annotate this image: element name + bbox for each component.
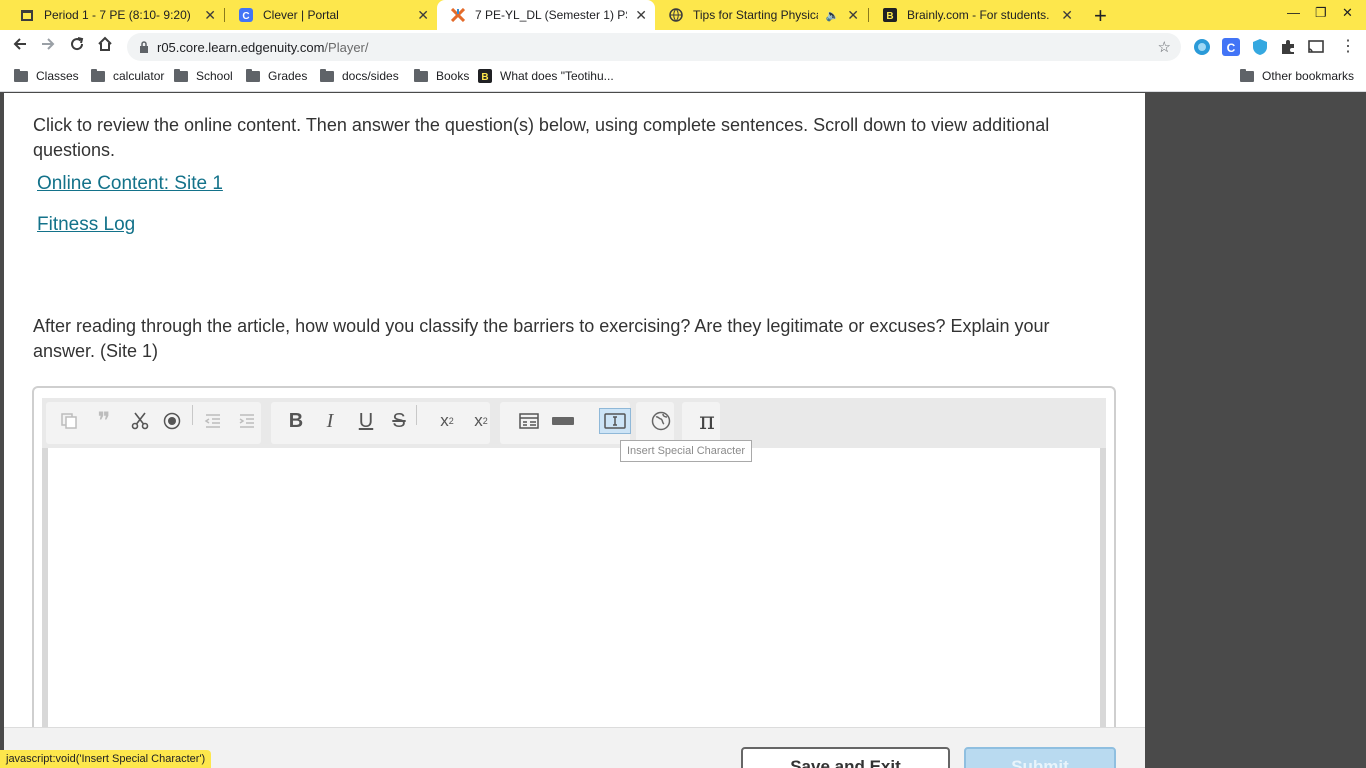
url-path: /Player/	[324, 39, 369, 55]
link-status-bar: javascript:void('Insert Special Characte…	[0, 750, 212, 768]
close-tab-icon[interactable]: ✕	[1061, 7, 1073, 24]
folder-icon	[174, 68, 188, 82]
close-tab-icon[interactable]: ✕	[635, 7, 647, 24]
close-tab-icon[interactable]: ✕	[204, 7, 216, 24]
speaker-icon[interactable]: 🔈	[826, 9, 840, 22]
toolbar-divider	[416, 405, 417, 425]
question-text: After reading through the article, how w…	[33, 316, 1050, 361]
close-window-icon[interactable]: ✕	[1342, 5, 1353, 21]
lock-icon	[140, 41, 148, 53]
tab-clever[interactable]: C Clever | Portal ✕	[225, 0, 437, 30]
folder-icon	[320, 68, 334, 82]
new-tab-button[interactable]: +	[1094, 3, 1107, 29]
italic-icon[interactable]: I	[317, 408, 343, 434]
bookmark-brainly-question[interactable]: B What does "Teotihu...	[478, 69, 614, 83]
globe-icon	[669, 8, 683, 22]
insert-special-character-tooltip: Insert Special Character	[620, 440, 752, 462]
indent-icon[interactable]	[234, 408, 260, 434]
instructions-text: Click to review the online content. Then…	[33, 115, 1050, 160]
record-icon[interactable]	[159, 408, 185, 434]
close-tab-icon[interactable]: ✕	[847, 7, 859, 24]
underline-icon[interactable]: U	[353, 408, 379, 434]
outdent-icon[interactable]	[200, 408, 226, 434]
reload-icon[interactable]	[69, 36, 85, 57]
svg-text:B: B	[886, 11, 893, 22]
folder-icon	[91, 68, 105, 82]
folder-icon	[14, 68, 28, 82]
web-link-globe-icon[interactable]	[648, 408, 674, 434]
bookmark-grades[interactable]: Grades	[246, 68, 307, 83]
fitness-log-link[interactable]: Fitness Log	[37, 214, 135, 236]
bookmark-school[interactable]: School	[174, 68, 233, 83]
cast-icon[interactable]	[1307, 38, 1325, 56]
tab-brainly[interactable]: B Brainly.com - For students. By st ✕	[869, 0, 1081, 30]
tab-title: Tips for Starting Physical Ac	[693, 8, 818, 22]
answer-text-area[interactable]	[42, 448, 1106, 748]
bookmark-classes[interactable]: Classes	[14, 68, 79, 83]
clever-logo-icon: C	[239, 8, 253, 22]
tab-period-1[interactable]: Period 1 - 7 PE (8:10- 9:20) ✕	[6, 0, 224, 30]
edgenuity-logo-icon	[451, 8, 465, 22]
copy-icon[interactable]	[56, 408, 82, 434]
back-arrow-icon[interactable]	[12, 36, 28, 57]
strikethrough-icon[interactable]: S	[386, 408, 412, 434]
insert-special-character-icon[interactable]	[599, 408, 631, 434]
pi-math-icon[interactable]: π	[694, 407, 720, 435]
folder-icon	[1240, 68, 1254, 82]
subscript-icon[interactable]: x2	[434, 408, 460, 434]
extension-globe-icon[interactable]	[1193, 38, 1211, 56]
bookmarks-bar: Classes calculator School Grades docs/si…	[0, 64, 1366, 92]
tab-edgenuity[interactable]: 7 PE-YL_DL (Semester 1) PS : 15 ✕	[437, 0, 655, 30]
bookmark-star-icon[interactable]: ☆	[1158, 38, 1171, 56]
bookmark-calculator[interactable]: calculator	[91, 68, 164, 83]
forward-arrow-icon[interactable]	[40, 36, 56, 57]
toolbar-divider	[192, 405, 193, 425]
address-bar[interactable]: r05.core.learn.edgenuity.com/Player/ ☆	[127, 33, 1181, 61]
horizontal-rule-icon[interactable]	[550, 408, 576, 434]
tab-tips-physical[interactable]: Tips for Starting Physical Ac 🔈 ✕	[655, 0, 867, 30]
extensions-puzzle-icon[interactable]	[1279, 38, 1297, 56]
url-host: r05.core.learn.edgenuity.com	[157, 39, 325, 55]
bookmark-docs-sides[interactable]: docs/sides	[320, 68, 399, 83]
answer-editor: ❞ B I U S x2 x2 π	[32, 386, 1116, 748]
save-and-exit-button[interactable]: Save and Exit	[741, 747, 950, 768]
browser-tab-strip: Period 1 - 7 PE (8:10- 9:20) ✕ C Clever …	[0, 0, 1366, 30]
extension-shield-icon[interactable]	[1251, 38, 1269, 56]
brainly-logo-icon: B	[883, 8, 897, 22]
minimize-icon[interactable]: —	[1287, 5, 1300, 20]
extension-clever-icon[interactable]: C	[1222, 38, 1240, 56]
folder-icon	[246, 68, 260, 82]
tab-title: Period 1 - 7 PE (8:10- 9:20)	[44, 8, 191, 22]
submit-button[interactable]: Submit	[964, 747, 1116, 768]
close-tab-icon[interactable]: ✕	[417, 7, 429, 24]
bookmark-books[interactable]: Books	[414, 68, 469, 83]
browser-toolbar: r05.core.learn.edgenuity.com/Player/ ☆ C…	[0, 30, 1366, 64]
tab-title: Brainly.com - For students. By st	[907, 8, 1053, 22]
online-content-site-1-link[interactable]: Online Content: Site 1	[37, 173, 223, 195]
other-bookmarks[interactable]: Other bookmarks	[1240, 68, 1354, 83]
blockquote-icon[interactable]: ❞	[91, 408, 117, 435]
svg-text:C: C	[1227, 41, 1236, 55]
home-icon[interactable]	[97, 36, 113, 57]
toolbar-group-insert	[500, 402, 592, 444]
tab-title: Clever | Portal	[263, 8, 339, 22]
restore-icon[interactable]: ❐	[1315, 5, 1327, 21]
brainly-logo-icon: B	[478, 69, 492, 83]
bold-icon[interactable]: B	[283, 408, 309, 434]
assignment-panel: Click to review the online content. Then…	[4, 93, 1145, 768]
superscript-icon[interactable]: x2	[468, 408, 494, 434]
svg-text:C: C	[242, 11, 249, 22]
folder-icon	[414, 68, 428, 82]
calendar-icon	[20, 8, 34, 22]
cut-icon[interactable]	[127, 408, 153, 434]
menu-dots-icon[interactable]: ⋮	[1340, 36, 1356, 56]
table-icon[interactable]	[516, 408, 542, 434]
svg-text:B: B	[481, 72, 488, 83]
tab-title: 7 PE-YL_DL (Semester 1) PS : 15	[475, 8, 627, 22]
